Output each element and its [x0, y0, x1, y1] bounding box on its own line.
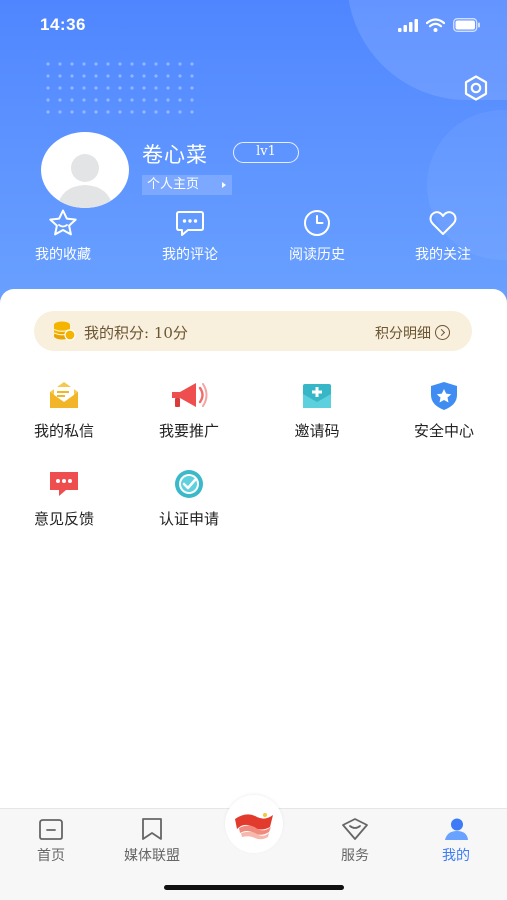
verified-icon — [175, 470, 203, 498]
settings-button[interactable] — [462, 74, 490, 102]
service-label: 意见反馈 — [33, 510, 94, 528]
profile-icon — [445, 818, 468, 840]
service-verification[interactable]: 认证申请 — [134, 468, 244, 538]
service-label: 我要推广 — [158, 422, 219, 440]
tab-label: 我的 — [442, 848, 470, 864]
quick-links: 我的收藏 我的评论 阅读历史 我的关注 — [0, 208, 507, 268]
default-avatar-icon — [57, 154, 113, 208]
level-badge: lv1 — [233, 142, 299, 163]
homepage-link-label: 个人主页 — [147, 177, 200, 192]
service-security-center[interactable]: 安全中心 — [389, 380, 499, 450]
caret-right-icon — [222, 182, 226, 188]
service-label: 我的私信 — [33, 422, 94, 440]
feedback-icon — [50, 472, 78, 496]
home-icon — [39, 819, 63, 840]
status-time: 14:36 — [40, 15, 86, 34]
envelope-icon — [50, 382, 78, 408]
tab-services[interactable]: 服务 — [310, 817, 400, 865]
avatar[interactable] — [41, 132, 129, 208]
quick-link-label: 阅读历史 — [289, 247, 345, 263]
tab-label: 媒体联盟 — [124, 848, 180, 864]
signal-icon — [398, 18, 418, 32]
clock-icon — [304, 210, 330, 236]
megaphone-icon — [172, 383, 208, 407]
quick-link-comments[interactable]: 我的评论 — [140, 208, 240, 268]
quick-link-label: 我的收藏 — [35, 247, 91, 263]
service-label: 安全中心 — [413, 422, 474, 440]
heart-icon — [429, 211, 457, 235]
quick-link-label: 我的评论 — [162, 247, 218, 263]
quick-link-following[interactable]: 我的关注 — [393, 208, 493, 268]
main-panel — [0, 289, 507, 809]
quick-link-label: 我的关注 — [415, 247, 471, 263]
service-promotion[interactable]: 我要推广 — [134, 380, 244, 450]
chevron-right-circle-icon — [435, 325, 450, 340]
service-label: 认证申请 — [158, 510, 219, 528]
quick-link-history[interactable]: 阅读历史 — [267, 208, 367, 268]
service-icon — [342, 818, 368, 840]
tab-label: 服务 — [341, 848, 369, 864]
points-label: 我的积分: 10分 — [84, 324, 188, 342]
points-detail-link[interactable]: 积分明细 — [375, 323, 450, 343]
wifi-icon — [426, 18, 445, 32]
username: 卷心菜 — [142, 143, 208, 167]
coins-icon — [53, 321, 76, 341]
center-logo-button[interactable] — [225, 795, 283, 853]
home-indicator — [164, 885, 344, 890]
flag-logo-icon — [235, 813, 273, 840]
bookmark-icon — [142, 818, 162, 840]
star-icon — [49, 209, 77, 236]
status-bar: 14:36 — [0, 0, 507, 52]
shield-icon — [431, 382, 457, 410]
dot-pattern — [42, 58, 202, 118]
tab-mine[interactable]: 我的 — [411, 817, 501, 865]
points-bar[interactable]: 我的积分: 10分 积分明细 — [34, 311, 472, 351]
points-detail-label: 积分明细 — [375, 326, 431, 342]
gear-icon — [464, 75, 488, 101]
tab-home[interactable]: 首页 — [6, 817, 96, 865]
tab-label: 首页 — [37, 848, 65, 864]
invite-code-icon — [303, 384, 331, 408]
comment-icon — [176, 211, 204, 236]
service-invite-code[interactable]: 邀请码 — [262, 380, 372, 450]
tab-media-alliance[interactable]: 媒体联盟 — [107, 817, 197, 865]
service-messages[interactable]: 我的私信 — [9, 380, 119, 450]
quick-link-favorites[interactable]: 我的收藏 — [13, 208, 113, 268]
battery-icon — [453, 18, 480, 32]
service-label: 邀请码 — [294, 422, 340, 440]
personal-homepage-link[interactable]: 个人主页 — [142, 175, 232, 195]
service-feedback[interactable]: 意见反馈 — [9, 468, 119, 538]
